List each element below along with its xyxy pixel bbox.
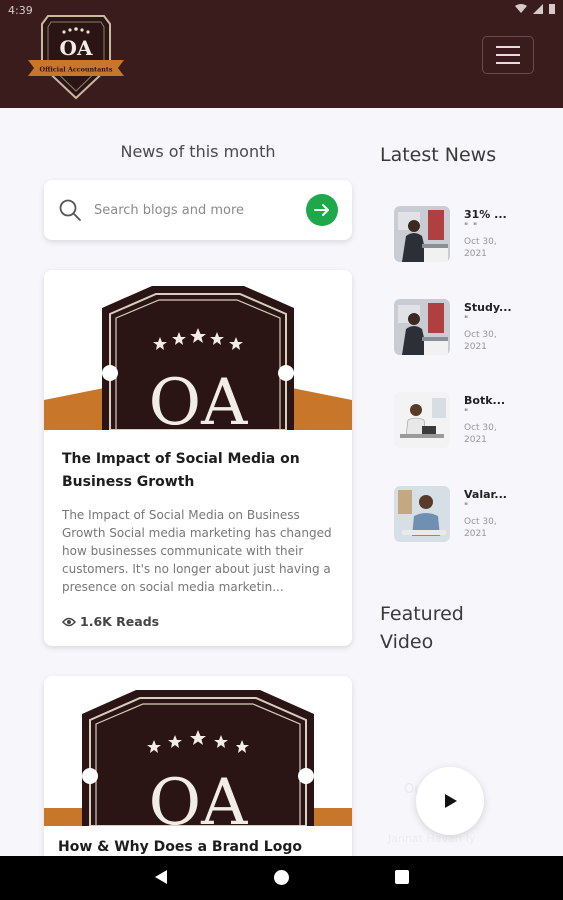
play-video-button[interactable] <box>416 767 484 835</box>
read-count-label: 1.6K Reads <box>80 614 160 629</box>
featured-video-title: Featured Video <box>380 603 464 653</box>
logo-ribbon-text: Official Accountants <box>40 66 113 74</box>
card-image-text: OA <box>149 766 248 826</box>
battery-icon <box>549 4 555 14</box>
news-snippet: " <box>464 315 470 325</box>
blog-card[interactable]: OA How & Why Does a Brand Logo <box>44 676 352 876</box>
search-box <box>44 180 352 240</box>
signal-icon <box>533 3 543 14</box>
news-date: Oct 30, 2021 <box>464 330 497 352</box>
news-thumbnail <box>394 486 450 542</box>
recent-apps-icon[interactable] <box>395 870 409 884</box>
back-icon[interactable] <box>154 869 168 885</box>
status-icons <box>515 3 555 14</box>
news-title: Valar... <box>464 488 507 501</box>
search-input[interactable] <box>94 198 294 222</box>
arrow-right-icon <box>314 204 329 216</box>
eye-icon <box>62 617 76 626</box>
brand-logo[interactable]: OA Official Accountants <box>26 10 126 102</box>
hamburger-menu-button[interactable] <box>482 36 534 74</box>
home-icon[interactable] <box>274 870 289 885</box>
news-date: Oct 30, 2021 <box>464 517 497 539</box>
news-snippet: " <box>464 408 470 418</box>
latest-news-item[interactable]: 31% ... " " Oct 30, 2021 <box>394 206 544 266</box>
search-icon <box>59 199 81 221</box>
latest-news-item[interactable]: Botk... " Oct 30, 2021 <box>394 392 544 452</box>
video-subcaption: Jannat Haveri ly <box>388 832 476 845</box>
news-title: 31% ... <box>464 208 507 221</box>
menu-line-icon <box>496 46 520 48</box>
news-thumbnail <box>394 392 450 448</box>
news-thumbnail <box>394 299 450 355</box>
read-count: 1.6K Reads <box>62 614 159 629</box>
menu-line-icon <box>496 54 520 56</box>
blog-card[interactable]: OA The Impact of Social Media on Busines… <box>44 270 352 646</box>
logo-text: OA <box>60 36 93 60</box>
news-snippet: " <box>464 502 470 512</box>
news-title: Study... <box>464 301 512 314</box>
section-title: News of this month <box>120 142 276 161</box>
card-image: OA <box>44 270 352 440</box>
latest-news-item[interactable]: Valar... " Oct 30, 2021 <box>394 486 544 546</box>
card-title[interactable]: The Impact of Social Media on Business G… <box>62 448 332 494</box>
app-header: 4:39 OA Official Accountants <box>0 0 563 108</box>
card-excerpt: The Impact of Social Media on Business G… <box>62 508 332 594</box>
system-nav-bar <box>0 856 563 900</box>
card-image-text: OA <box>149 366 248 430</box>
news-date: Oct 30, 2021 <box>464 237 497 259</box>
news-date: Oct 30, 2021 <box>464 423 497 445</box>
wifi-icon <box>515 3 527 13</box>
latest-news-title: Latest News <box>380 144 497 166</box>
news-thumbnail <box>394 206 450 262</box>
news-snippet: " " <box>464 222 479 232</box>
menu-line-icon <box>496 62 520 64</box>
latest-news-item[interactable]: Study... " Oct 30, 2021 <box>394 299 544 359</box>
card-image: OA <box>44 676 352 840</box>
search-submit-button[interactable] <box>306 194 338 226</box>
news-title: Botk... <box>464 394 506 407</box>
play-icon <box>445 794 457 808</box>
